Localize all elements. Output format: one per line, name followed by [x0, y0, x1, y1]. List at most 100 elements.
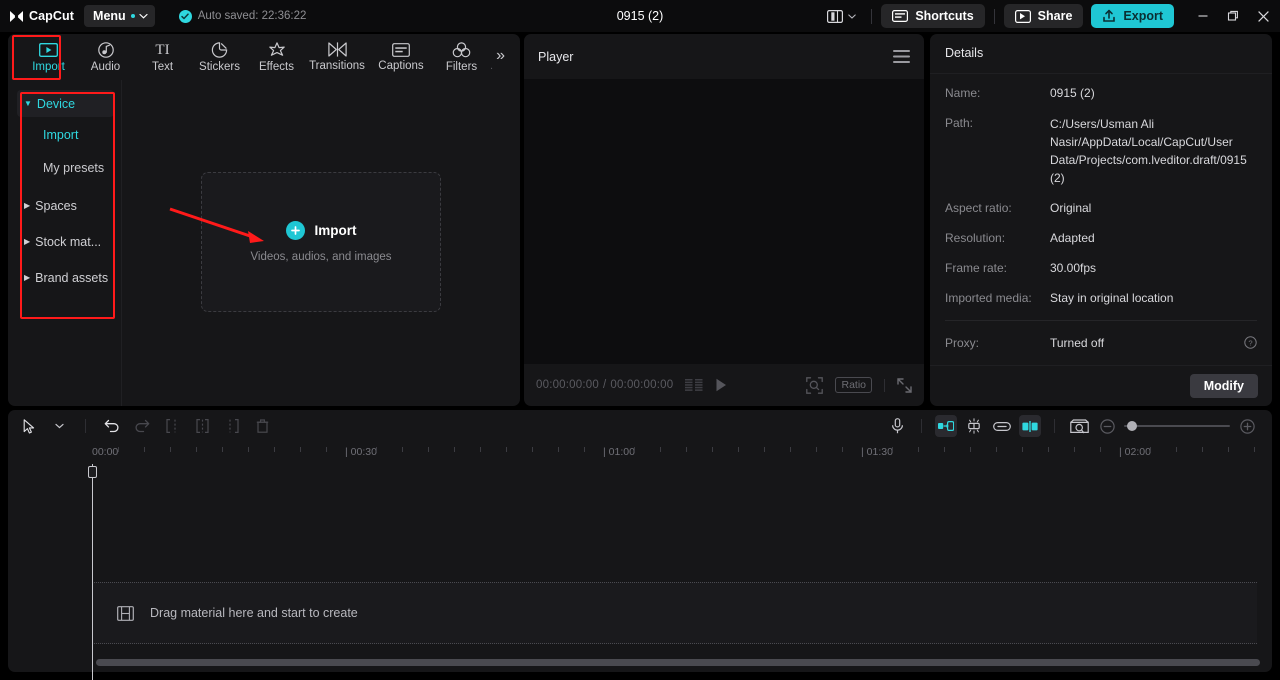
tab-stickers[interactable]: Stickers — [191, 35, 248, 79]
tab-label: Stickers — [199, 60, 240, 73]
row-value: Adapted — [1050, 230, 1095, 245]
details-row-path: Path: C:/Users/Usman Ali Nasir/AppData/L… — [945, 115, 1257, 187]
share-label: Share — [1037, 9, 1073, 23]
help-circle-icon[interactable]: ? — [1244, 335, 1257, 354]
tab-audio[interactable]: Audio — [77, 35, 134, 79]
fit-to-screen-icon — [938, 421, 954, 431]
player-video-stage[interactable] — [524, 79, 924, 364]
import-dropzone[interactable]: Import Videos, audios, and images — [201, 172, 441, 312]
undo-button[interactable] — [101, 415, 123, 437]
row-label: Frame rate: — [945, 260, 1008, 275]
tab-overflow-hint: . — [490, 60, 494, 72]
zoom-out-icon — [1099, 418, 1115, 434]
minimize-button[interactable] — [1188, 0, 1218, 32]
slider-knob[interactable] — [1127, 421, 1137, 431]
link-audio-video-icon — [993, 421, 1011, 431]
sidebar-item-import[interactable]: Import — [17, 119, 114, 150]
cursor-tool-dropdown[interactable] — [48, 415, 70, 437]
microphone-icon — [891, 418, 903, 434]
row-label: Aspect ratio: — [945, 200, 1012, 215]
playhead-handle[interactable] — [88, 466, 97, 478]
maximize-button[interactable] — [1218, 0, 1248, 32]
modify-button[interactable]: Modify — [1189, 373, 1258, 398]
timeline-drop-area[interactable]: Drag material here and start to create — [92, 582, 1257, 644]
split-right-button[interactable] — [221, 415, 243, 437]
dropzone-subtitle: Videos, audios, and images — [250, 251, 392, 263]
tab-text[interactable]: TI Text — [134, 35, 191, 79]
sidebar-item-stock-materials[interactable]: ▶ Stock mat... — [17, 228, 114, 255]
row-label: Path: — [945, 115, 974, 130]
caret-down-icon: ▼ — [24, 98, 32, 108]
timeline-toolbar — [8, 410, 1272, 442]
title-bar-left: CapCut Menu Auto saved: 22:36:22 — [0, 5, 306, 27]
player-panel: Player 00:00:00:00 / 00:00:00:00 Ratio — [524, 34, 924, 406]
auto-fit-button[interactable] — [935, 415, 957, 437]
dropzone-title: Import — [314, 223, 357, 238]
chevron-down-icon — [139, 13, 148, 19]
tab-filters[interactable]: Filters — [433, 35, 490, 79]
split-left-button[interactable] — [161, 415, 183, 437]
details-row-aspect-ratio: Aspect ratio: Original — [945, 200, 1257, 217]
row-value: Stay in original location — [1050, 290, 1174, 305]
shortcuts-button[interactable]: Shortcuts — [881, 4, 985, 28]
divider — [993, 8, 995, 24]
fullscreen-icon[interactable] — [897, 377, 912, 393]
mirror-split-icon — [1022, 420, 1038, 432]
timeline-playhead[interactable] — [88, 464, 97, 680]
player-transport — [685, 378, 727, 392]
restore-window-icon — [1227, 10, 1238, 21]
record-voiceover-button[interactable] — [886, 415, 908, 437]
tab-label: Transitions — [309, 60, 365, 72]
zoom-out-button[interactable] — [1096, 415, 1118, 437]
preview-render-button[interactable] — [1068, 415, 1090, 437]
mirror-split-button[interactable] — [1019, 415, 1041, 437]
sidebar-item-brand-assets[interactable]: ▶ Brand assets — [17, 264, 114, 291]
transition-icon — [327, 42, 347, 57]
export-button[interactable]: Export — [1091, 4, 1174, 28]
row-label: Proxy: — [945, 335, 980, 350]
drop-hint-text: Drag material here and start to create — [150, 606, 358, 620]
magnet-snap-button[interactable] — [963, 415, 985, 437]
tab-transitions[interactable]: Transitions — [305, 35, 369, 79]
layout-button[interactable] — [821, 6, 862, 27]
delete-button[interactable] — [251, 415, 273, 437]
current-time: 00:00:00:00 — [536, 379, 599, 391]
timeline-horizontal-scrollbar[interactable] — [96, 659, 1260, 666]
sidebar-item-device[interactable]: ▼ Device — [17, 90, 114, 117]
import-content-area: Import Videos, audios, and images — [122, 80, 520, 406]
timeline-ruler[interactable]: 00:00 | 00:30 | 01:00 | 01:30 | 02:00 — [8, 442, 1272, 464]
ruler-label: | 02:00 — [1119, 446, 1151, 458]
media-tab-strip: Import Audio TI Text Stickers Effects Tr… — [8, 34, 520, 80]
redo-button[interactable] — [131, 415, 153, 437]
tabs-overflow-button[interactable]: » — [496, 47, 505, 67]
timeline-zoom-slider[interactable] — [1124, 419, 1230, 433]
sidebar-item-my-presets[interactable]: My presets — [17, 152, 114, 183]
sidebar-item-label: Stock mat... — [35, 234, 102, 249]
zoom-fit-icon[interactable] — [806, 376, 824, 394]
cursor-tool-button[interactable] — [18, 415, 40, 437]
play-icon[interactable] — [715, 378, 727, 392]
sidebar-item-spaces[interactable]: ▶ Spaces — [17, 192, 114, 219]
undo-icon — [104, 419, 119, 433]
timeline-tools-left — [18, 415, 273, 437]
menu-button[interactable]: Menu — [84, 5, 155, 27]
close-button[interactable] — [1248, 0, 1278, 32]
zoom-in-button[interactable] — [1236, 415, 1258, 437]
tab-captions[interactable]: Captions — [369, 35, 433, 79]
split-button[interactable] — [191, 415, 213, 437]
title-bar: CapCut Menu Auto saved: 22:36:22 0915 (2… — [0, 0, 1280, 32]
tab-import[interactable]: Import — [20, 35, 77, 79]
plus-circle-icon — [285, 221, 305, 240]
link-audio-video-button[interactable] — [991, 415, 1013, 437]
player-header: Player — [524, 34, 924, 79]
details-footer: Modify — [930, 364, 1272, 406]
details-row-frame-rate: Frame rate: 30.00fps — [945, 260, 1257, 277]
timeline-tracks[interactable]: Drag material here and start to create — [8, 464, 1272, 680]
frame-list-icon[interactable] — [685, 379, 703, 391]
ratio-button[interactable]: Ratio — [835, 377, 872, 393]
hamburger-menu-icon[interactable] — [893, 50, 910, 63]
share-button[interactable]: Share — [1003, 4, 1084, 28]
tab-effects[interactable]: Effects — [248, 35, 305, 79]
chevron-down-icon — [54, 423, 64, 429]
